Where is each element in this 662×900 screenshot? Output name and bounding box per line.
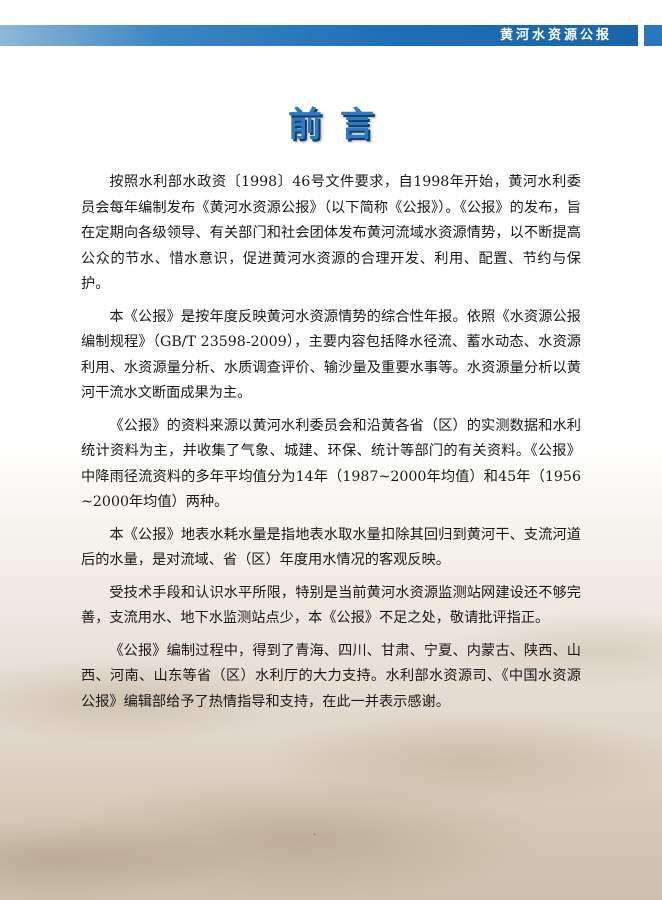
paragraph: 按照水利部水政资〔1998〕46号文件要求，自1998年开始，黄河水利委员会每年… [81, 174, 581, 292]
paragraph: 《公报》的资料来源以黄河水利委员会和沿黄各省（区）的实测数据和水利统计资料为主，… [81, 417, 581, 511]
paragraph: 受技术手段和认识水平所限，特别是当前黄河水资源监测站网建设还不够完善，支流用水、… [81, 584, 581, 627]
paragraph: 本《公报》是按年度反映黄河水资源情势的综合性年报。依照《水资源公报编制规程》（G… [81, 308, 581, 402]
page-title: 前言 [288, 105, 392, 145]
header-edge-tab [644, 25, 662, 46]
footer-mark: . [313, 827, 317, 838]
paragraph: 《公报》编制过程中，得到了青海、四川、甘肃、宁夏、内蒙古、陕西、山西、河南、山东… [81, 642, 581, 710]
publication-title: 黄河水资源公报 [499, 28, 612, 43]
body-text: 按照水利部水政资〔1998〕46号文件要求，自1998年开始，黄河水利委员会每年… [81, 170, 581, 722]
paragraph: 本《公报》地表水耗水量是指地表水取水量扣除其回归到黄河干、支流河道后的水量，是对… [81, 526, 581, 569]
header-bar: 黄河水资源公报 [0, 25, 638, 46]
